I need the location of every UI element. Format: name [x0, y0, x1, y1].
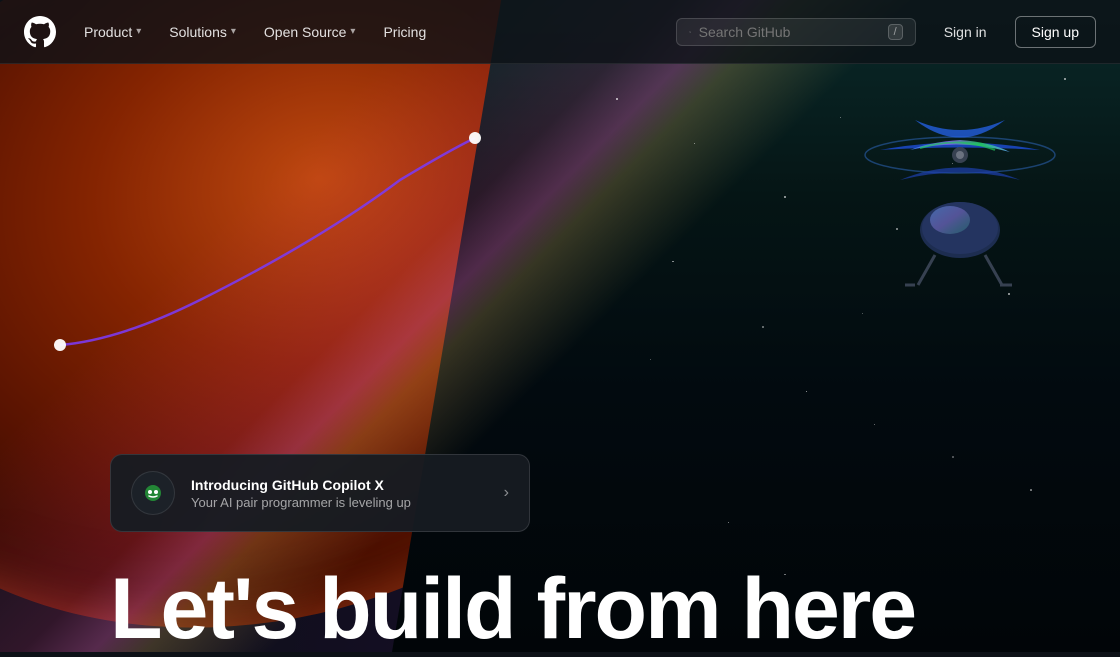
- search-icon: [689, 24, 691, 40]
- open-source-chevron: ▾: [350, 26, 355, 37]
- product-label: Product: [84, 24, 132, 40]
- banner-arrow-icon: ›: [504, 484, 509, 502]
- nav-link-pricing[interactable]: Pricing: [371, 16, 438, 48]
- solutions-chevron: ▾: [231, 26, 236, 37]
- signin-button[interactable]: Sign in: [928, 17, 1003, 47]
- signup-button[interactable]: Sign up: [1015, 16, 1096, 48]
- stars-layer: [0, 0, 1120, 652]
- nav-link-product[interactable]: Product ▾: [72, 16, 153, 48]
- hero-headline: Let's build from here: [110, 566, 1120, 652]
- nav-link-solutions[interactable]: Solutions ▾: [157, 16, 248, 48]
- drone-illustration: [830, 100, 1090, 320]
- banner-text: Introducing GitHub Copilot X Your AI pai…: [191, 477, 488, 510]
- nav-links: Product ▾ Solutions ▾ Open Source ▾ Pric…: [72, 16, 676, 48]
- github-logo[interactable]: [24, 16, 56, 48]
- banner-title: Introducing GitHub Copilot X: [191, 477, 488, 493]
- nav-right: / Sign in Sign up: [676, 16, 1096, 48]
- search-box[interactable]: /: [676, 18, 916, 46]
- headline-text: Let's build from here: [110, 561, 915, 657]
- navbar: Product ▾ Solutions ▾ Open Source ▾ Pric…: [0, 0, 1120, 64]
- product-chevron: ▾: [136, 26, 141, 37]
- copilot-logo-icon: [141, 481, 165, 505]
- open-source-label: Open Source: [264, 24, 347, 40]
- copilot-banner[interactable]: Introducing GitHub Copilot X Your AI pai…: [110, 454, 530, 532]
- pricing-label: Pricing: [383, 24, 426, 40]
- solutions-label: Solutions: [169, 24, 227, 40]
- search-input[interactable]: [699, 24, 880, 40]
- nav-link-open-source[interactable]: Open Source ▾: [252, 16, 368, 48]
- copilot-icon: [131, 471, 175, 515]
- hero-background: [0, 0, 1120, 652]
- search-key-badge: /: [888, 24, 903, 40]
- banner-subtitle: Your AI pair programmer is leveling up: [191, 495, 488, 510]
